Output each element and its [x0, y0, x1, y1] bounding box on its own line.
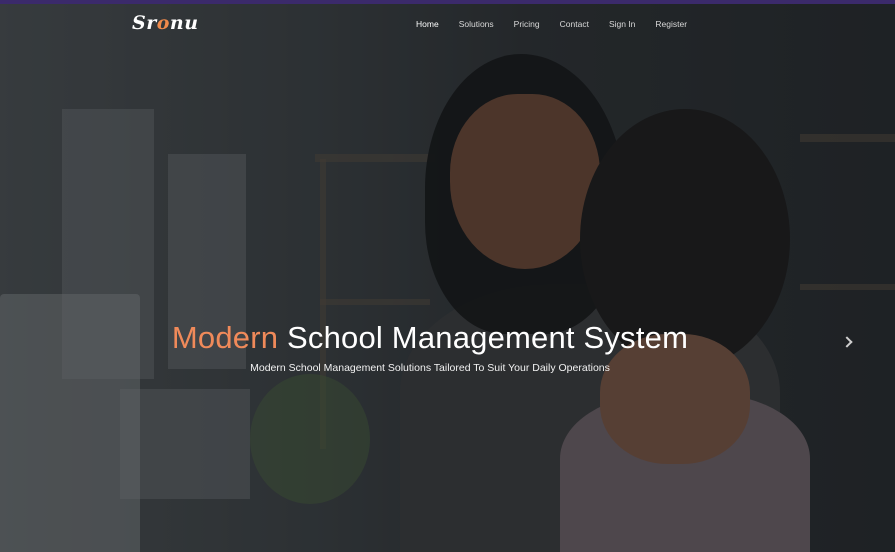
- nav-contact[interactable]: Contact: [560, 19, 589, 29]
- logo-sun-letter: o: [156, 12, 170, 34]
- hero-overlay: [0, 4, 895, 552]
- hero-subheadline: Modern School Management Solutions Tailo…: [250, 362, 610, 374]
- logo-text: nu: [169, 12, 199, 34]
- nav-register[interactable]: Register: [655, 19, 687, 29]
- nav-home[interactable]: Home: [416, 19, 439, 29]
- nav-links: Home Solutions Pricing Contact Sign In R…: [416, 19, 707, 29]
- nav-sign-in[interactable]: Sign In: [609, 19, 635, 29]
- hero-section: [0, 4, 895, 552]
- hero-headline: Modern School Management System: [0, 320, 860, 356]
- nav-pricing[interactable]: Pricing: [514, 19, 540, 29]
- headline-accent: Modern: [171, 320, 279, 355]
- top-accent-bar: [0, 0, 895, 4]
- headline-rest: School Management System: [278, 320, 689, 355]
- main-navigation: Sronu Home Solutions Pricing Contact Sig…: [0, 4, 895, 44]
- nav-solutions[interactable]: Solutions: [459, 19, 494, 29]
- logo-text: Sr: [132, 12, 157, 34]
- brand-logo[interactable]: Sronu: [132, 12, 199, 34]
